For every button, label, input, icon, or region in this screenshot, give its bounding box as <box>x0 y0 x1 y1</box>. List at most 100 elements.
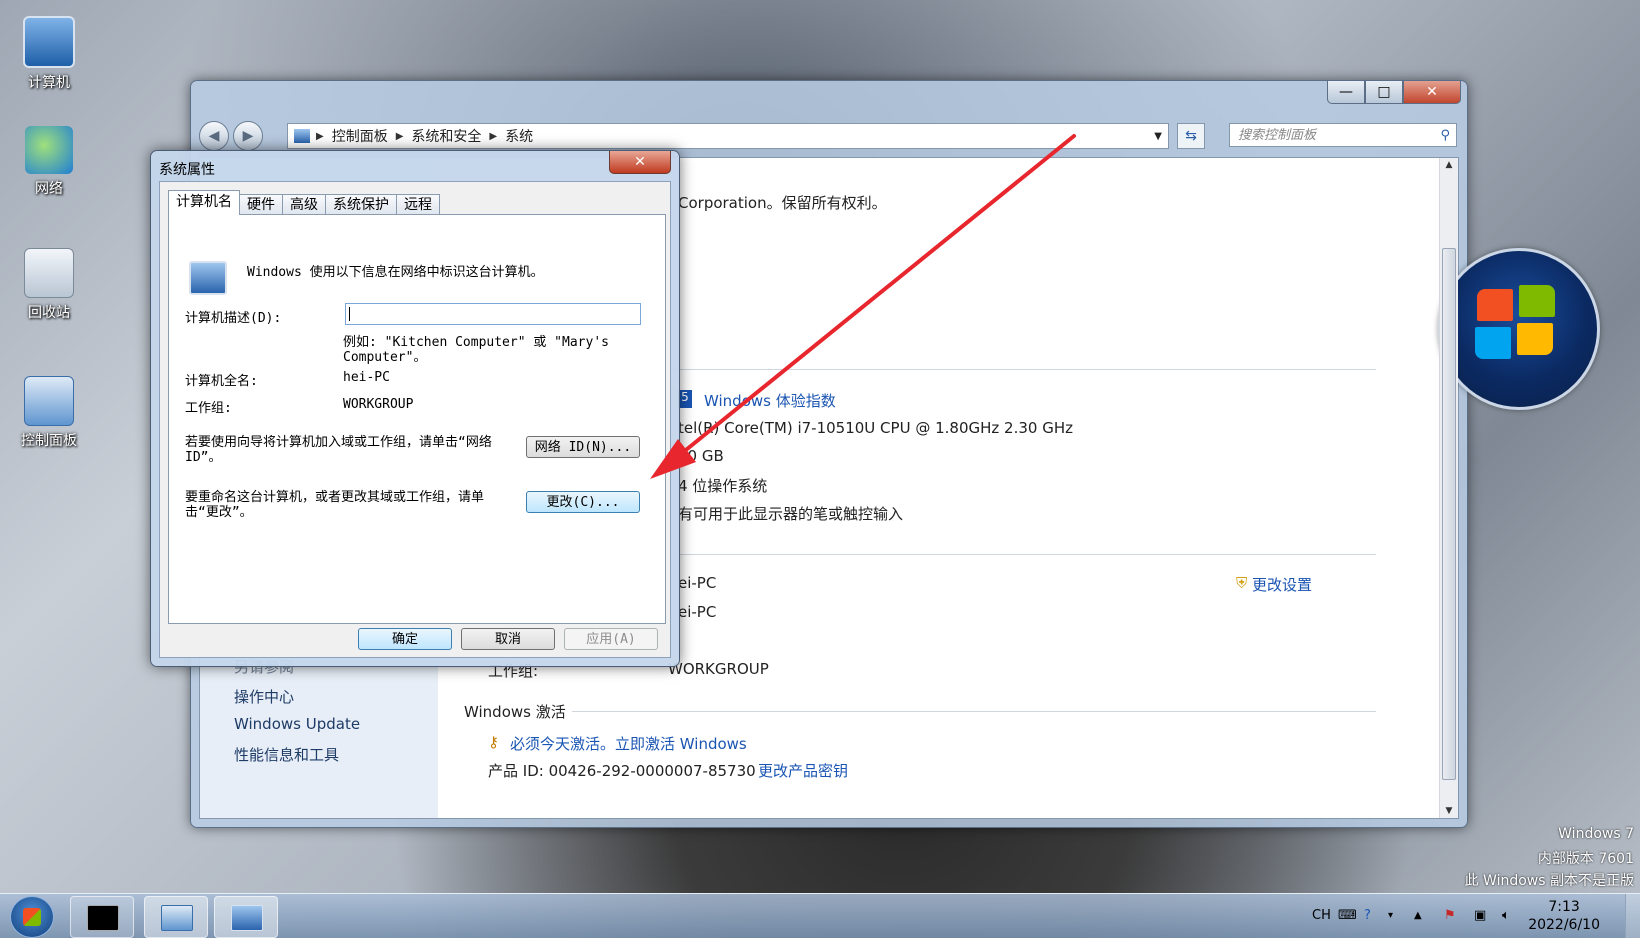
taskbar-system-properties[interactable] <box>214 896 278 938</box>
vertical-scrollbar[interactable]: ▲ ▼ <box>1439 158 1458 818</box>
logo-flag-green <box>1519 285 1555 317</box>
tab-system-protection[interactable]: 系统保护 <box>325 194 397 215</box>
dialog-title: 系统属性 <box>159 162 215 178</box>
desktop-icon-network[interactable]: 网络 <box>14 126 84 198</box>
desktop-icon-computer[interactable]: 计算机 <box>14 16 84 92</box>
fullname-label: 计算机全名: <box>185 374 258 389</box>
window-controls: — □ ✕ <box>1327 81 1461 105</box>
control-panel-icon <box>24 376 74 426</box>
product-id-text: 产品 ID: 00426-292-0000007-85730 <box>488 762 756 780</box>
watermark-version: Windows 7 <box>1558 826 1634 842</box>
desktop-icon-label: 计算机 <box>28 75 70 91</box>
logo-flag-red <box>1477 289 1513 321</box>
forward-arrow-icon: ▶ <box>242 128 254 144</box>
search-placeholder: 搜索控制面板 <box>1238 128 1317 143</box>
address-bar[interactable]: ▶ 控制面板 ▶ 系统和安全 ▶ 系统 ▼ <box>287 123 1169 149</box>
address-dropdown-icon[interactable]: ▼ <box>1154 131 1162 142</box>
activate-now-link[interactable]: 必须今天激活。立即激活 Windows <box>510 733 747 754</box>
computer-name-panel: Windows 使用以下信息在网络中标识这台计算机。 计算机描述(D): 例如:… <box>168 214 666 624</box>
text-caret <box>349 307 350 321</box>
clock-date: 2022/6/10 <box>1528 917 1600 933</box>
network-tray-icon[interactable]: ▣ <box>1474 894 1486 938</box>
forward-button[interactable]: ▶ <box>233 121 263 151</box>
computer-description-field[interactable] <box>345 303 641 325</box>
desktop-icon-control-panel[interactable]: 控制面板 <box>14 376 84 450</box>
workgroup-label: 工作组: <box>185 401 232 416</box>
fullname-value: hei-PC <box>343 370 390 385</box>
logo-flag-blue <box>1475 327 1511 359</box>
change-button[interactable]: 更改(C)... <box>526 491 640 513</box>
workgroup-value: WORKGROUP <box>343 397 414 412</box>
refresh-button[interactable]: ⇆ <box>1177 123 1205 149</box>
cancel-button[interactable]: 取消 <box>461 628 555 650</box>
breadcrumb-control-panel[interactable]: 控制面板 <box>332 126 388 146</box>
rename-text: 要重命名这台计算机，或者更改其域或工作组，请单击“更改”。 <box>185 490 485 520</box>
breadcrumb-system-security[interactable]: 系统和安全 <box>411 126 481 146</box>
ime-options-icon[interactable]: ▾ <box>1388 894 1393 938</box>
network-id-button[interactable]: 网络 ID(N)... <box>526 436 640 458</box>
show-desktop-button[interactable] <box>1625 894 1640 938</box>
taskbar-cmd[interactable] <box>70 896 134 938</box>
desktop-icon-recycle-bin[interactable]: 回收站 <box>14 248 84 322</box>
ok-button[interactable]: 确定 <box>358 628 452 650</box>
activation-heading: Windows 激活 <box>464 703 566 721</box>
volume-icon[interactable]: 🔈︎ <box>1502 894 1510 938</box>
start-button[interactable] <box>10 896 54 938</box>
scroll-down-icon[interactable]: ▼ <box>1440 806 1458 816</box>
link-performance-tools[interactable]: 性能信息和工具 <box>234 744 339 765</box>
section-divider <box>572 711 1376 712</box>
windows-logo <box>1438 248 1600 410</box>
experience-index-link[interactable]: Windows 体验指数 <box>704 390 836 411</box>
desktop-icon-label: 网络 <box>35 181 63 197</box>
description-label: 计算机描述(D): <box>185 311 282 326</box>
back-arrow-icon: ◀ <box>208 128 220 144</box>
minimize-button[interactable]: — <box>1327 81 1365 104</box>
tab-advanced[interactable]: 高级 <box>282 194 326 215</box>
processor-value: tel(R) Core(TM) i7-10510U CPU @ 1.80GHz … <box>678 419 1073 437</box>
close-button[interactable]: ✕ <box>1403 81 1461 104</box>
command-prompt-icon <box>87 905 119 931</box>
activation-key-icon: ⚷ <box>488 733 499 751</box>
control-panel-icon <box>161 905 193 931</box>
action-center-flag-icon[interactable]: ⚑ <box>1444 894 1456 938</box>
computer-icon <box>23 16 75 68</box>
link-action-center[interactable]: 操作中心 <box>234 686 294 707</box>
system-properties-dialog: 系统属性 ✕ 计算机名 硬件 高级 系统保护 远程 Windows 使用以下信息… <box>150 150 680 667</box>
scroll-up-icon[interactable]: ▲ <box>1440 160 1458 170</box>
tab-hardware[interactable]: 硬件 <box>239 194 283 215</box>
windows-orb-icon <box>23 908 41 926</box>
recycle-bin-icon <box>24 248 74 298</box>
watermark-genuine: 此 Windows 副本不是正版 <box>1464 873 1634 889</box>
search-input[interactable]: 搜索控制面板 ⚲ <box>1229 123 1457 147</box>
tab-computer-name[interactable]: 计算机名 <box>168 190 240 215</box>
clock[interactable]: 7:13 2022/6/10 <box>1528 898 1600 934</box>
taskbar-control-panel[interactable] <box>144 896 208 938</box>
scroll-thumb[interactable] <box>1442 248 1456 780</box>
copyright-text: Corporation。保留所有权利。 <box>678 194 887 212</box>
memory-value: 00 GB <box>678 447 724 465</box>
tab-strip: 计算机名 硬件 高级 系统保护 远程 <box>168 190 440 215</box>
link-windows-update[interactable]: Windows Update <box>234 715 360 733</box>
dialog-close-button[interactable]: ✕ <box>609 151 671 174</box>
show-hidden-icons[interactable]: ▲ <box>1414 894 1422 938</box>
input-language[interactable]: CH <box>1312 894 1331 938</box>
navigation-bar: ◀ ▶ ▶ 控制面板 ▶ 系统和安全 ▶ 系统 ▼ ⇆ 搜索控制面板 ⚲ <box>199 121 1459 151</box>
keyboard-icon[interactable]: ⌨ <box>1338 894 1357 938</box>
change-product-key-link[interactable]: 更改产品密钥 <box>758 760 848 781</box>
tab-remote[interactable]: 远程 <box>396 194 440 215</box>
description-example: 例如: "Kitchen Computer" 或 "Mary's Compute… <box>343 335 609 365</box>
apply-button[interactable]: 应用(A) <box>564 628 658 650</box>
network-wizard-text: 若要使用向导将计算机加入域或工作组，请单击“网络 ID”。 <box>185 435 492 465</box>
rating-badge-icon: 5 <box>678 390 692 408</box>
change-settings-link[interactable]: 更改设置 <box>1252 574 1312 595</box>
computer-fullname-value: ei-PC <box>678 603 717 621</box>
control-panel-small-icon <box>294 129 310 143</box>
breadcrumb-separator-icon: ▶ <box>489 130 498 142</box>
breadcrumb-system[interactable]: 系统 <box>505 126 533 146</box>
taskbar: CH ⌨ ? ▾ ▲ ⚑ ▣ 🔈︎ 7:13 2022/6/10 <box>0 893 1640 938</box>
help-icon[interactable]: ? <box>1364 894 1371 938</box>
search-icon[interactable]: ⚲ <box>1440 124 1450 148</box>
computer-icon <box>189 261 227 295</box>
maximize-button[interactable]: □ <box>1365 81 1403 104</box>
back-button[interactable]: ◀ <box>199 121 229 151</box>
